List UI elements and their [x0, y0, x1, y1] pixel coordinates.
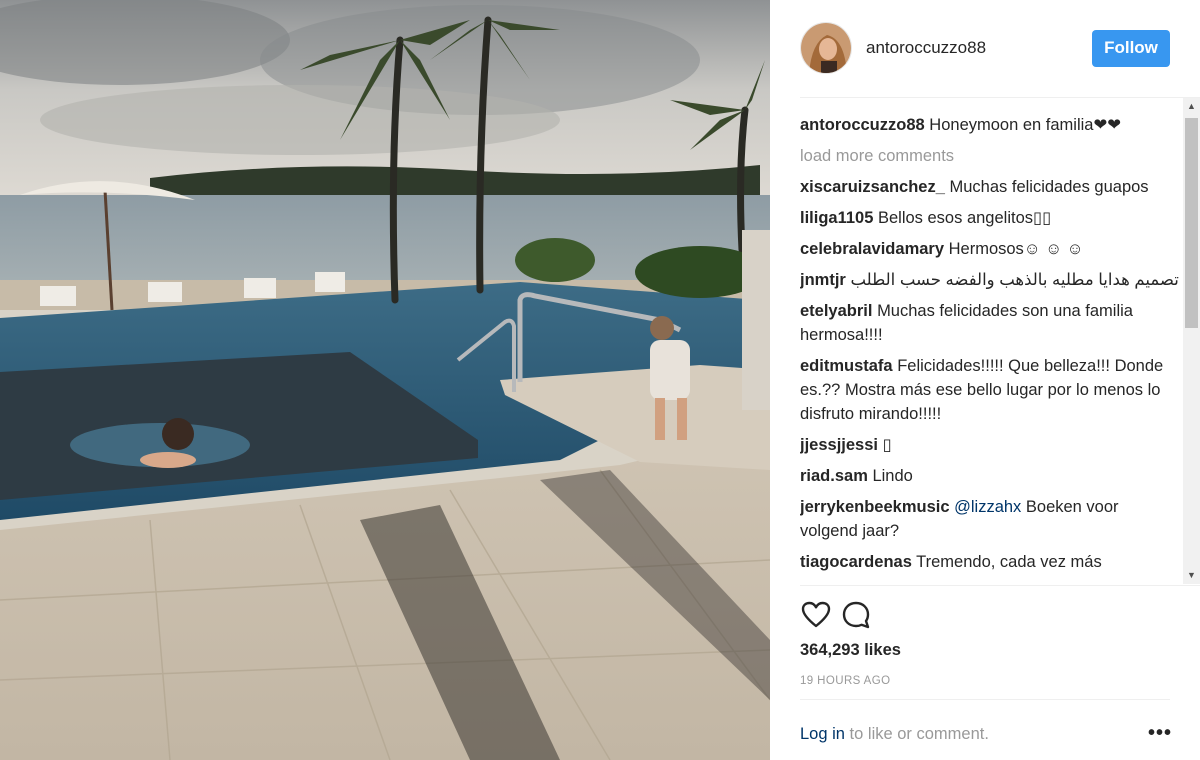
login-prompt: Log in to like or comment.: [800, 725, 989, 744]
login-link[interactable]: Log in: [800, 725, 845, 743]
comment-item: celebralavidamary Hermosos☺ ☺ ☺: [800, 237, 1180, 261]
post-side-panel: antoroccuzzo88 Follow antoroccuzzo88 Hon…: [770, 0, 1200, 760]
post-actions: [800, 598, 880, 632]
comment-username[interactable]: celebralavidamary: [800, 240, 944, 258]
comment-username[interactable]: jjessjjessi: [800, 436, 878, 454]
comment-username[interactable]: tiagocardenas: [800, 553, 912, 571]
comments-scrollbar[interactable]: ▲ ▼: [1183, 98, 1200, 584]
post-photo[interactable]: [0, 0, 770, 760]
comment-item: tiagocardenas Tremendo, cada vez más: [800, 550, 1180, 574]
comment-item: jjessjjessi ▯: [800, 433, 1180, 457]
heart-icon[interactable]: [800, 599, 832, 631]
caption-text: Honeymoon en familia❤❤: [929, 116, 1122, 134]
comment-text: تصميم هدايا مطليه بالذهب والفضه حسب الطل…: [850, 271, 1179, 289]
comment-item: riad.sam Lindo: [800, 464, 1180, 488]
post-header: antoroccuzzo88 Follow: [800, 20, 1170, 76]
likes-count[interactable]: 364,293 likes: [800, 641, 901, 660]
comment-text: Hermosos☺ ☺ ☺: [948, 240, 1084, 258]
comment-item: etelyabril Muchas felicidades son una fa…: [800, 299, 1180, 347]
scroll-up-arrow-icon[interactable]: ▲: [1183, 98, 1200, 115]
avatar[interactable]: [800, 22, 852, 74]
comment-item: jnmtjr تصميم هدايا مطليه بالذهب والفضه ح…: [800, 268, 1180, 292]
footer-divider: [800, 699, 1170, 700]
comments-divider: [800, 585, 1200, 586]
comment-text: Muchas felicidades guapos: [949, 178, 1149, 196]
post-timestamp: 19 HOURS AGO: [800, 675, 891, 687]
comment-username[interactable]: etelyabril: [800, 302, 872, 320]
caption-username[interactable]: antoroccuzzo88: [800, 116, 925, 134]
caption: antoroccuzzo88 Honeymoon en familia❤❤: [800, 113, 1180, 137]
more-options-icon[interactable]: •••: [1148, 722, 1172, 745]
scroll-down-arrow-icon[interactable]: ▼: [1183, 567, 1200, 584]
comment-text: Bellos esos angelitos▯▯: [877, 209, 1052, 227]
comment-username[interactable]: riad.sam: [800, 467, 868, 485]
avatar-image: [801, 23, 851, 73]
header-username[interactable]: antoroccuzzo88: [866, 38, 1092, 58]
comment-text: Lindo: [872, 467, 913, 485]
pool-scene-image: [0, 0, 770, 760]
comment-icon[interactable]: [840, 599, 872, 631]
comment-mention-link[interactable]: @lizzahx: [954, 498, 1021, 516]
comment-item: liliga1105 Bellos esos angelitos▯▯: [800, 206, 1180, 230]
comment-username[interactable]: editmustafa: [800, 357, 893, 375]
comment-username[interactable]: jerrykenbeekmusic: [800, 498, 950, 516]
comment-username[interactable]: xiscaruizsanchez_: [800, 178, 945, 196]
load-more-comments-link[interactable]: load more comments: [800, 144, 1180, 168]
comment-text: ▯: [882, 436, 892, 454]
comments-list[interactable]: antoroccuzzo88 Honeymoon en familia❤❤ lo…: [800, 113, 1180, 585]
comment-item: xiscaruizsanchez_ Muchas felicidades gua…: [800, 175, 1180, 199]
scroll-thumb[interactable]: [1185, 118, 1198, 328]
comment-item: editmustafa Felicidades!!!!! Que belleza…: [800, 354, 1180, 426]
comment-text: Tremendo, cada vez más: [916, 553, 1102, 571]
comment-username[interactable]: liliga1105: [800, 209, 873, 227]
comment-username[interactable]: jnmtjr: [800, 271, 846, 289]
comment-item: jerrykenbeekmusic @lizzahx Boeken voor v…: [800, 495, 1180, 543]
header-divider: [800, 97, 1200, 98]
follow-button[interactable]: Follow: [1092, 29, 1170, 67]
login-prompt-text: to like or comment.: [844, 725, 989, 743]
